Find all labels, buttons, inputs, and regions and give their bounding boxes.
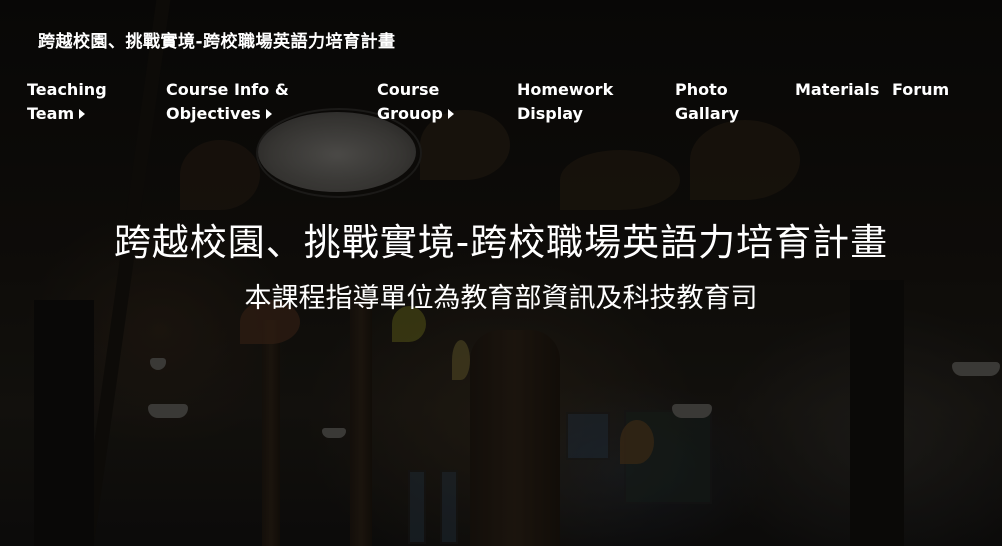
nav-item-label: Gallary: [675, 104, 740, 123]
site-title[interactable]: 跨越校園、挑戰實境-跨校職場英語力培育計畫: [38, 27, 396, 52]
caret-right-icon: [265, 109, 272, 119]
nav-item-label: Objectives: [166, 104, 261, 123]
nav-item-photo-gallery[interactable]: Photo Gallary: [675, 78, 739, 126]
nav-item-label: Teaching: [27, 80, 107, 99]
nav-item-materials[interactable]: Materials: [795, 78, 879, 102]
nav-item-teaching-team[interactable]: Teaching Team: [27, 78, 107, 126]
nav-item-forum[interactable]: Forum: [892, 78, 949, 102]
caret-right-icon: [447, 109, 454, 119]
caret-right-icon: [79, 109, 86, 119]
nav-item-label: Photo: [675, 80, 728, 99]
hero-title: 跨越校園、挑戰實境-跨校職場英語力培育計畫: [113, 221, 889, 264]
hero-banner: 跨越校園、挑戰實境-跨校職場英語力培育計畫 Teaching Team Cour…: [0, 0, 1002, 546]
nav-item-label: Course: [377, 80, 440, 99]
hero-subtitle: 本課程指導單位為教育部資訊及科技教育司: [244, 283, 758, 314]
nav-item-course-info-objectives[interactable]: Course Info & Objectives: [166, 78, 289, 126]
nav-item-label: Forum: [892, 80, 950, 99]
nav-item-label: Grouop: [377, 104, 443, 123]
nav-item-label: Course Info &: [166, 80, 289, 99]
nav-item-label: Materials: [795, 80, 880, 99]
main-nav: Teaching Team Course Info & Objectives C…: [0, 78, 1002, 134]
nav-item-label: Display: [517, 104, 583, 123]
nav-item-label: Team: [27, 104, 75, 123]
nav-item-course-group[interactable]: Course Grouop: [377, 78, 454, 126]
nav-item-label: Homework: [517, 80, 614, 99]
nav-item-homework-display[interactable]: Homework Display: [517, 78, 613, 126]
